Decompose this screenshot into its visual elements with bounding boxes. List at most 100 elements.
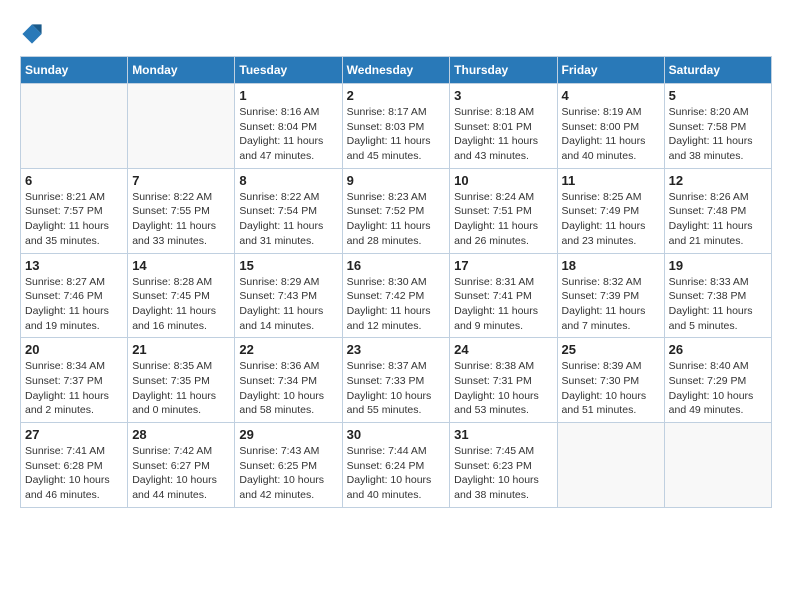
day-info: Sunrise: 8:39 AM Sunset: 7:30 PM Dayligh… bbox=[562, 359, 660, 418]
day-number: 30 bbox=[347, 427, 446, 442]
week-row-1: 1Sunrise: 8:16 AM Sunset: 8:04 PM Daylig… bbox=[21, 84, 772, 169]
calendar-cell: 3 Sunrise: 8:18 AM Sunset: 8:01 PM Daylig… bbox=[450, 84, 557, 169]
day-info: Sunrise: 8:25 AM Sunset: 7:49 PM Dayligh… bbox=[562, 190, 660, 249]
day-info: Sunrise: 8:23 AM Sunset: 7:52 PM Dayligh… bbox=[347, 190, 446, 249]
calendar-cell: 16Sunrise: 8:30 AM Sunset: 7:42 PM Dayli… bbox=[342, 253, 450, 338]
day-info: Sunrise: 8:22 AM Sunset: 7:55 PM Dayligh… bbox=[132, 190, 230, 249]
day-header-monday: Monday bbox=[128, 57, 235, 84]
day-info: Sunrise: 8:36 AM Sunset: 7:34 PM Dayligh… bbox=[239, 359, 337, 418]
page-header bbox=[20, 20, 772, 46]
day-info: Sunrise: 8:17 AM Sunset: 8:03 PM Dayligh… bbox=[347, 105, 446, 164]
calendar-cell: 11 Sunrise: 8:25 AM Sunset: 7:49 PM Dayli… bbox=[557, 168, 664, 253]
day-info: Sunrise: 7:41 AM Sunset: 6:28 PM Dayligh… bbox=[25, 444, 123, 503]
day-number: 24 bbox=[454, 342, 552, 357]
calendar-cell: 5 Sunrise: 8:20 AM Sunset: 7:58 PM Daylig… bbox=[664, 84, 771, 169]
day-info: Sunrise: 8:33 AM Sunset: 7:38 PM Dayligh… bbox=[669, 275, 767, 334]
calendar-cell: 25 Sunrise: 8:39 AM Sunset: 7:30 PM Dayli… bbox=[557, 338, 664, 423]
calendar-cell: 15 Sunrise: 8:29 AM Sunset: 7:43 PM Dayli… bbox=[235, 253, 342, 338]
week-row-3: 13Sunrise: 8:27 AM Sunset: 7:46 PM Dayli… bbox=[21, 253, 772, 338]
calendar-cell: 6 Sunrise: 8:21 AM Sunset: 7:57 PM Daylig… bbox=[21, 168, 128, 253]
day-number: 9 bbox=[347, 173, 446, 188]
calendar-cell: 31 Sunrise: 7:45 AM Sunset: 6:23 PM Dayli… bbox=[450, 423, 557, 508]
calendar-cell: 9 Sunrise: 8:23 AM Sunset: 7:52 PM Daylig… bbox=[342, 168, 450, 253]
day-info: Sunrise: 8:35 AM Sunset: 7:35 PM Dayligh… bbox=[132, 359, 230, 418]
day-number: 15 bbox=[239, 258, 337, 273]
day-info: Sunrise: 8:18 AM Sunset: 8:01 PM Dayligh… bbox=[454, 105, 552, 164]
calendar-cell: 18 Sunrise: 8:32 AM Sunset: 7:39 PM Dayli… bbox=[557, 253, 664, 338]
day-info: Sunrise: 8:30 AM Sunset: 7:42 PM Dayligh… bbox=[347, 275, 446, 334]
day-header-tuesday: Tuesday bbox=[235, 57, 342, 84]
day-header-sunday: Sunday bbox=[21, 57, 128, 84]
day-header-friday: Friday bbox=[557, 57, 664, 84]
calendar-cell: 13Sunrise: 8:27 AM Sunset: 7:46 PM Dayli… bbox=[21, 253, 128, 338]
day-number: 4 bbox=[562, 88, 660, 103]
day-info: Sunrise: 8:37 AM Sunset: 7:33 PM Dayligh… bbox=[347, 359, 446, 418]
day-info: Sunrise: 8:19 AM Sunset: 8:00 PM Dayligh… bbox=[562, 105, 660, 164]
day-number: 3 bbox=[454, 88, 552, 103]
calendar-cell: 19 Sunrise: 8:33 AM Sunset: 7:38 PM Dayli… bbox=[664, 253, 771, 338]
day-info: Sunrise: 8:27 AM Sunset: 7:46 PM Dayligh… bbox=[25, 275, 123, 334]
day-number: 22 bbox=[239, 342, 337, 357]
day-number: 20 bbox=[25, 342, 123, 357]
day-info: Sunrise: 8:21 AM Sunset: 7:57 PM Dayligh… bbox=[25, 190, 123, 249]
day-number: 8 bbox=[239, 173, 337, 188]
calendar-cell: 23 Sunrise: 8:37 AM Sunset: 7:33 PM Dayli… bbox=[342, 338, 450, 423]
days-header-row: SundayMondayTuesdayWednesdayThursdayFrid… bbox=[21, 57, 772, 84]
day-info: Sunrise: 8:29 AM Sunset: 7:43 PM Dayligh… bbox=[239, 275, 337, 334]
calendar-cell: 20 Sunrise: 8:34 AM Sunset: 7:37 PM Dayli… bbox=[21, 338, 128, 423]
calendar-cell: 24 Sunrise: 8:38 AM Sunset: 7:31 PM Dayli… bbox=[450, 338, 557, 423]
day-info: Sunrise: 8:20 AM Sunset: 7:58 PM Dayligh… bbox=[669, 105, 767, 164]
day-header-thursday: Thursday bbox=[450, 57, 557, 84]
calendar-cell: 28 Sunrise: 7:42 AM Sunset: 6:27 PM Dayli… bbox=[128, 423, 235, 508]
day-header-wednesday: Wednesday bbox=[342, 57, 450, 84]
day-info: Sunrise: 7:44 AM Sunset: 6:24 PM Dayligh… bbox=[347, 444, 446, 503]
day-number: 17 bbox=[454, 258, 552, 273]
calendar-cell: 27Sunrise: 7:41 AM Sunset: 6:28 PM Dayli… bbox=[21, 423, 128, 508]
calendar-cell: 29Sunrise: 7:43 AM Sunset: 6:25 PM Dayli… bbox=[235, 423, 342, 508]
calendar-table: SundayMondayTuesdayWednesdayThursdayFrid… bbox=[20, 56, 772, 508]
day-info: Sunrise: 7:42 AM Sunset: 6:27 PM Dayligh… bbox=[132, 444, 230, 503]
day-number: 18 bbox=[562, 258, 660, 273]
day-info: Sunrise: 8:22 AM Sunset: 7:54 PM Dayligh… bbox=[239, 190, 337, 249]
day-number: 23 bbox=[347, 342, 446, 357]
calendar-cell: 10Sunrise: 8:24 AM Sunset: 7:51 PM Dayli… bbox=[450, 168, 557, 253]
calendar-cell: 21 Sunrise: 8:35 AM Sunset: 7:35 PM Dayli… bbox=[128, 338, 235, 423]
calendar-cell: 4 Sunrise: 8:19 AM Sunset: 8:00 PM Daylig… bbox=[557, 84, 664, 169]
day-number: 31 bbox=[454, 427, 552, 442]
day-header-saturday: Saturday bbox=[664, 57, 771, 84]
day-number: 11 bbox=[562, 173, 660, 188]
day-number: 14 bbox=[132, 258, 230, 273]
day-number: 25 bbox=[562, 342, 660, 357]
day-info: Sunrise: 8:32 AM Sunset: 7:39 PM Dayligh… bbox=[562, 275, 660, 334]
day-number: 29 bbox=[239, 427, 337, 442]
day-info: Sunrise: 8:28 AM Sunset: 7:45 PM Dayligh… bbox=[132, 275, 230, 334]
day-number: 28 bbox=[132, 427, 230, 442]
calendar-cell bbox=[128, 84, 235, 169]
calendar-cell bbox=[664, 423, 771, 508]
day-info: Sunrise: 8:16 AM Sunset: 8:04 PM Dayligh… bbox=[239, 105, 337, 164]
day-info: Sunrise: 7:45 AM Sunset: 6:23 PM Dayligh… bbox=[454, 444, 552, 503]
calendar-cell: 7 Sunrise: 8:22 AM Sunset: 7:55 PM Daylig… bbox=[128, 168, 235, 253]
day-number: 21 bbox=[132, 342, 230, 357]
calendar-cell: 26Sunrise: 8:40 AM Sunset: 7:29 PM Dayli… bbox=[664, 338, 771, 423]
day-number: 10 bbox=[454, 173, 552, 188]
day-info: Sunrise: 8:40 AM Sunset: 7:29 PM Dayligh… bbox=[669, 359, 767, 418]
calendar-cell: 22 Sunrise: 8:36 AM Sunset: 7:34 PM Dayli… bbox=[235, 338, 342, 423]
day-info: Sunrise: 8:31 AM Sunset: 7:41 PM Dayligh… bbox=[454, 275, 552, 334]
day-number: 5 bbox=[669, 88, 767, 103]
day-info: Sunrise: 8:34 AM Sunset: 7:37 PM Dayligh… bbox=[25, 359, 123, 418]
calendar-cell: 14 Sunrise: 8:28 AM Sunset: 7:45 PM Dayli… bbox=[128, 253, 235, 338]
calendar-cell bbox=[557, 423, 664, 508]
logo bbox=[20, 20, 48, 46]
calendar-cell: 30 Sunrise: 7:44 AM Sunset: 6:24 PM Dayli… bbox=[342, 423, 450, 508]
day-number: 2 bbox=[347, 88, 446, 103]
week-row-5: 27Sunrise: 7:41 AM Sunset: 6:28 PM Dayli… bbox=[21, 423, 772, 508]
calendar-cell: 2 Sunrise: 8:17 AM Sunset: 8:03 PM Daylig… bbox=[342, 84, 450, 169]
day-number: 7 bbox=[132, 173, 230, 188]
calendar-cell: 8 Sunrise: 8:22 AM Sunset: 7:54 PM Daylig… bbox=[235, 168, 342, 253]
day-info: Sunrise: 8:38 AM Sunset: 7:31 PM Dayligh… bbox=[454, 359, 552, 418]
day-number: 19 bbox=[669, 258, 767, 273]
day-number: 6 bbox=[25, 173, 123, 188]
calendar-cell bbox=[21, 84, 128, 169]
day-number: 12 bbox=[669, 173, 767, 188]
